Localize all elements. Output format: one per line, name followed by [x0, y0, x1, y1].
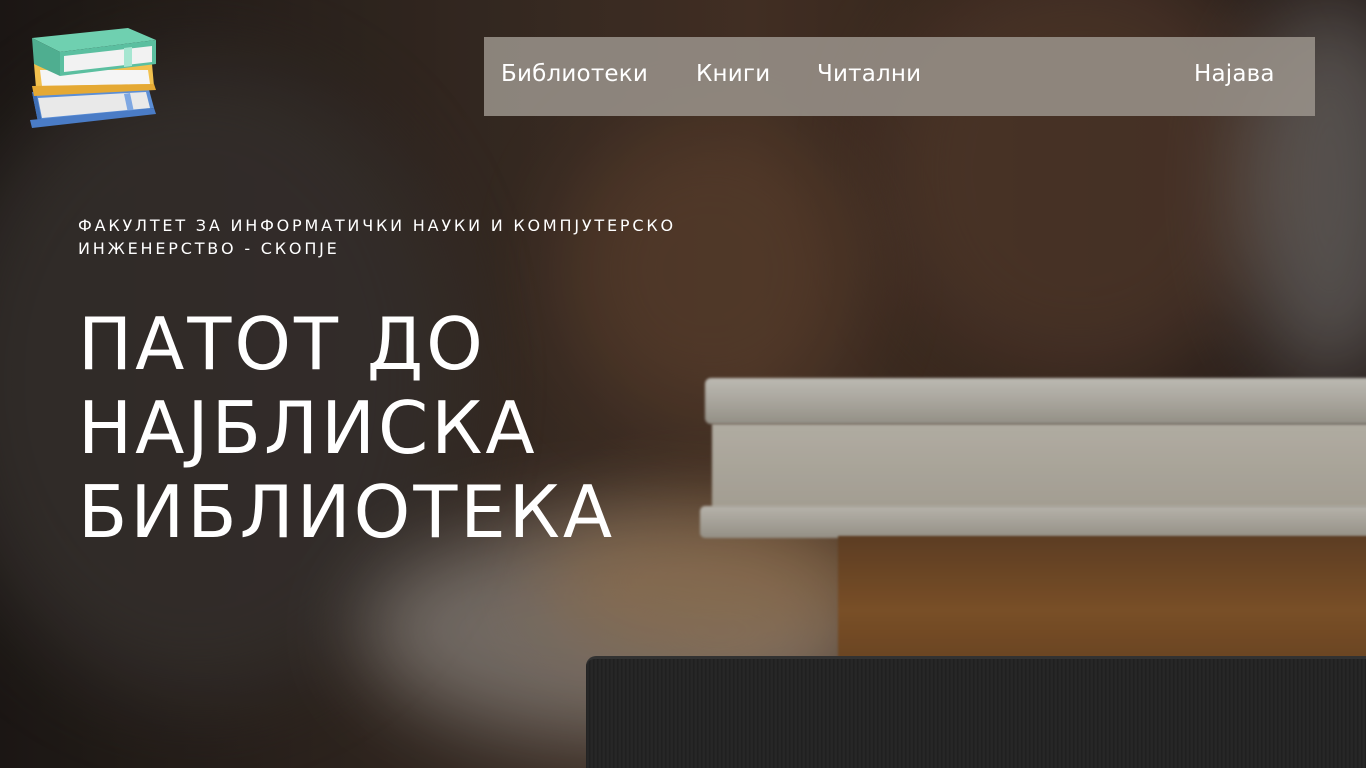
login-link[interactable]: Најава: [1194, 61, 1275, 87]
books-stack-icon[interactable]: [28, 24, 160, 130]
hero-headline: ПАТОТ ДО НАЈБЛИСКА БИБЛИОТЕКА: [78, 302, 778, 554]
main-navigation: Библиотеки Книги Читални Најава: [484, 37, 1315, 116]
nav-item-libraries[interactable]: Библиотеки: [501, 61, 648, 87]
hero-subtitle: ФАКУЛТЕТ ЗА ИНФОРМАТИЧКИ НАУКИ И КОМПЈУТ…: [78, 216, 676, 258]
nav-item-reading-rooms[interactable]: Читални: [817, 61, 921, 87]
nav-item-books[interactable]: Книги: [696, 61, 770, 87]
hero-headline-line: НАЈБЛИСКА: [78, 386, 538, 470]
hero-headline-line: ПАТОТ ДО: [78, 302, 486, 386]
hero-headline-line: БИБЛИОТЕКА: [78, 470, 616, 554]
